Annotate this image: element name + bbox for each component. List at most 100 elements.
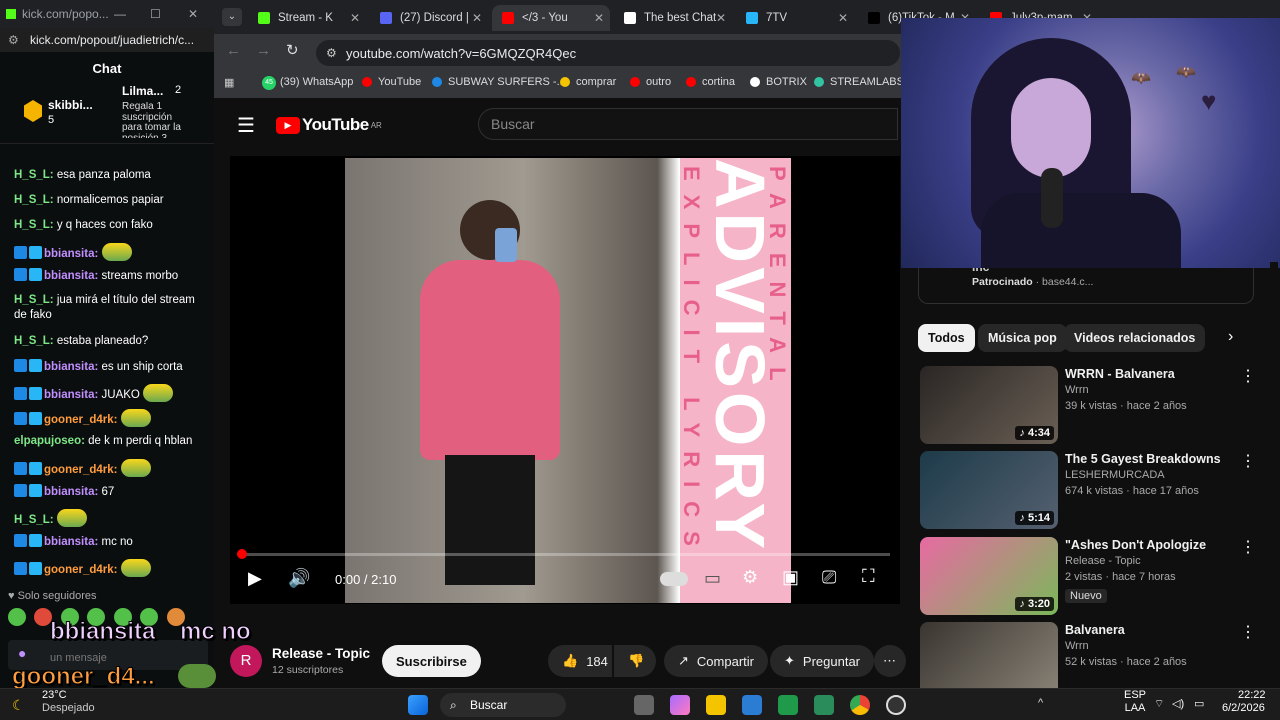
filter-chip[interactable]: Música pop [978, 324, 1067, 352]
chat-username[interactable]: bbiansita: [44, 248, 98, 260]
maximize-icon[interactable]: ☐ [150, 7, 161, 21]
reload-icon[interactable]: ↻ [286, 41, 299, 59]
tab-close-icon[interactable]: ✕ [838, 11, 848, 25]
subscribe-button[interactable]: Suscribirse [382, 645, 481, 677]
taskbar-search[interactable]: ⌕ Buscar [440, 693, 566, 717]
close-icon[interactable]: ✕ [188, 7, 198, 21]
video-channel[interactable]: Release - Topic [1065, 555, 1141, 567]
filter-chip[interactable]: Todos [918, 324, 975, 352]
related-video[interactable]: ♪ 5:14 The 5 Gayest Breakdowns LESHERMURCA… [918, 451, 1268, 531]
chat-username[interactable]: bbiansita: [44, 270, 98, 282]
more-options-icon[interactable]: ⋮ [1240, 622, 1256, 642]
browser-tab[interactable]: (27) Discord | ✕ [370, 5, 488, 31]
battery-icon[interactable]: ▭ [1194, 697, 1204, 710]
apps-icon[interactable]: ▦ [224, 76, 234, 89]
microphone-icon[interactable]: ● [18, 645, 26, 661]
windows-start-icon[interactable] [408, 695, 428, 715]
scrubber-handle[interactable] [237, 549, 247, 559]
channel-name[interactable]: Release - Topic [272, 646, 370, 661]
chat-username[interactable]: gooner_d4rk: [44, 464, 118, 476]
bookmark[interactable]: SUBWAY SURFERS -... [432, 76, 566, 88]
url-field[interactable]: ⚙ youtube.com/watch?v=6GMQZQR4Qec [316, 40, 900, 66]
language-indicator[interactable]: ESP LAA [1120, 689, 1150, 715]
autoplay-toggle[interactable] [660, 572, 688, 586]
copilot-icon[interactable] [670, 695, 690, 715]
search-input[interactable]: Buscar [478, 108, 898, 140]
video-title[interactable]: Balvanera [1065, 622, 1245, 638]
tray-chevron-icon[interactable]: ^ [1038, 697, 1043, 709]
cast-icon[interactable]: ⎚ [822, 567, 836, 588]
filter-chip[interactable]: Videos relacionados [1064, 324, 1206, 352]
tab-close-icon[interactable]: ✕ [350, 11, 360, 25]
video-channel[interactable]: Wrrn [1065, 640, 1089, 652]
chat-username[interactable]: bbiansita: [44, 361, 98, 373]
video-thumbnail[interactable]: ♪ 3:20 [920, 537, 1058, 615]
obs-icon[interactable] [886, 695, 906, 715]
more-options-icon[interactable]: ⋮ [1240, 451, 1256, 471]
tab-search-icon[interactable]: ⌄ [222, 8, 242, 26]
subtitles-icon[interactable]: ▭ [704, 568, 721, 589]
ask-button[interactable]: ✦ Preguntar [770, 645, 874, 677]
store-icon[interactable] [814, 695, 834, 715]
word-icon[interactable] [742, 695, 762, 715]
site-settings-icon[interactable]: ⚙ [8, 33, 19, 47]
tab-close-icon[interactable]: ✕ [594, 11, 604, 25]
page-scrollbar[interactable] [1270, 262, 1278, 682]
chat-username[interactable]: gooner_d4rk: [44, 564, 118, 576]
chat-username[interactable]: bbiansita: [44, 389, 98, 401]
video-title[interactable]: The 5 Gayest Breakdowns [1065, 451, 1245, 467]
menu-icon[interactable]: ☰ [237, 113, 255, 138]
chat-username[interactable]: H_S_L: [14, 194, 54, 206]
chrome-icon[interactable] [850, 695, 870, 715]
more-options-icon[interactable]: ⋮ [1240, 366, 1256, 386]
channel-avatar[interactable]: R [230, 645, 262, 677]
video-title[interactable]: WRRN - Balvanera [1065, 366, 1245, 382]
video-channel[interactable]: LESHERMURCADA [1065, 469, 1165, 481]
bookmark[interactable]: (39) WhatsApp [264, 76, 353, 88]
browser-tab[interactable]: 7TV ✕ [736, 5, 854, 31]
related-video[interactable]: ♪ 4:34 WRRN - Balvanera Wrrn 39 k vistas · … [918, 366, 1268, 446]
back-icon[interactable]: ← [226, 42, 241, 59]
excel-icon[interactable] [778, 695, 798, 715]
bookmark[interactable]: STREAMLABS [814, 76, 904, 88]
chat-username[interactable]: gooner_d4rk: [44, 414, 118, 426]
more-options-icon[interactable]: ⋮ [1240, 537, 1256, 557]
chat-username[interactable]: H_S_L: [14, 169, 54, 181]
settings-icon[interactable]: ⚙ [742, 567, 758, 588]
video-channel[interactable]: Wrrn [1065, 384, 1089, 396]
dislike-button[interactable]: 👎 [614, 645, 656, 677]
chat-username[interactable]: bbiansita: [44, 536, 98, 548]
browser-tab[interactable]: </3 - You ✕ [492, 5, 610, 31]
gift-prompt[interactable]: Regala 1 suscripción para tomar la posic… [122, 102, 192, 138]
chat-username[interactable]: elpapujoseo: [14, 435, 85, 447]
forward-icon[interactable]: → [256, 42, 271, 59]
bookmark[interactable]: comprar [560, 76, 616, 88]
youtube-logo[interactable]: ▶ YouTube AR [276, 115, 382, 135]
related-video[interactable]: ♪ 3:20 "Ashes Don't Apologize Release - To… [918, 537, 1268, 617]
chat-username[interactable]: H_S_L: [14, 335, 54, 347]
share-button[interactable]: ↗ Compartir [664, 645, 768, 677]
video-thumbnail[interactable]: ♪ 5:14 [920, 451, 1058, 529]
fullscreen-icon[interactable]: ⛶ [862, 566, 875, 587]
chat-username[interactable]: H_S_L: [14, 294, 54, 306]
chips-next-icon[interactable]: › [1228, 328, 1233, 346]
bookmark[interactable]: outro [630, 76, 671, 88]
file-explorer-icon[interactable] [706, 695, 726, 715]
like-button[interactable]: 👍 184 [548, 645, 612, 677]
video-thumbnail[interactable]: ♪ 4:34 [920, 366, 1058, 444]
site-info-icon[interactable]: ⚙ [326, 46, 337, 60]
browser-tab[interactable]: The best Chat ✕ [614, 5, 732, 31]
bookmark[interactable]: YouTube [362, 76, 421, 88]
kick-url-bar[interactable]: ⚙ kick.com/popout/juadietrich/c... [0, 28, 214, 52]
wifi-icon[interactable]: ⌔ [1154, 697, 1164, 711]
miniplayer-icon[interactable]: ▣ [782, 567, 799, 588]
task-view-icon[interactable] [634, 695, 654, 715]
speaker-icon[interactable]: ◁) [1172, 697, 1184, 710]
volume-icon[interactable]: 🔊 [288, 568, 310, 589]
tab-close-icon[interactable]: ✕ [472, 11, 482, 25]
minimize-icon[interactable]: — [114, 7, 126, 21]
play-icon[interactable]: ▶ [248, 568, 262, 589]
clock-time[interactable]: 22:22 [1238, 689, 1266, 701]
bookmark[interactable]: cortina [686, 76, 735, 88]
chat-username[interactable]: H_S_L: [14, 514, 54, 526]
